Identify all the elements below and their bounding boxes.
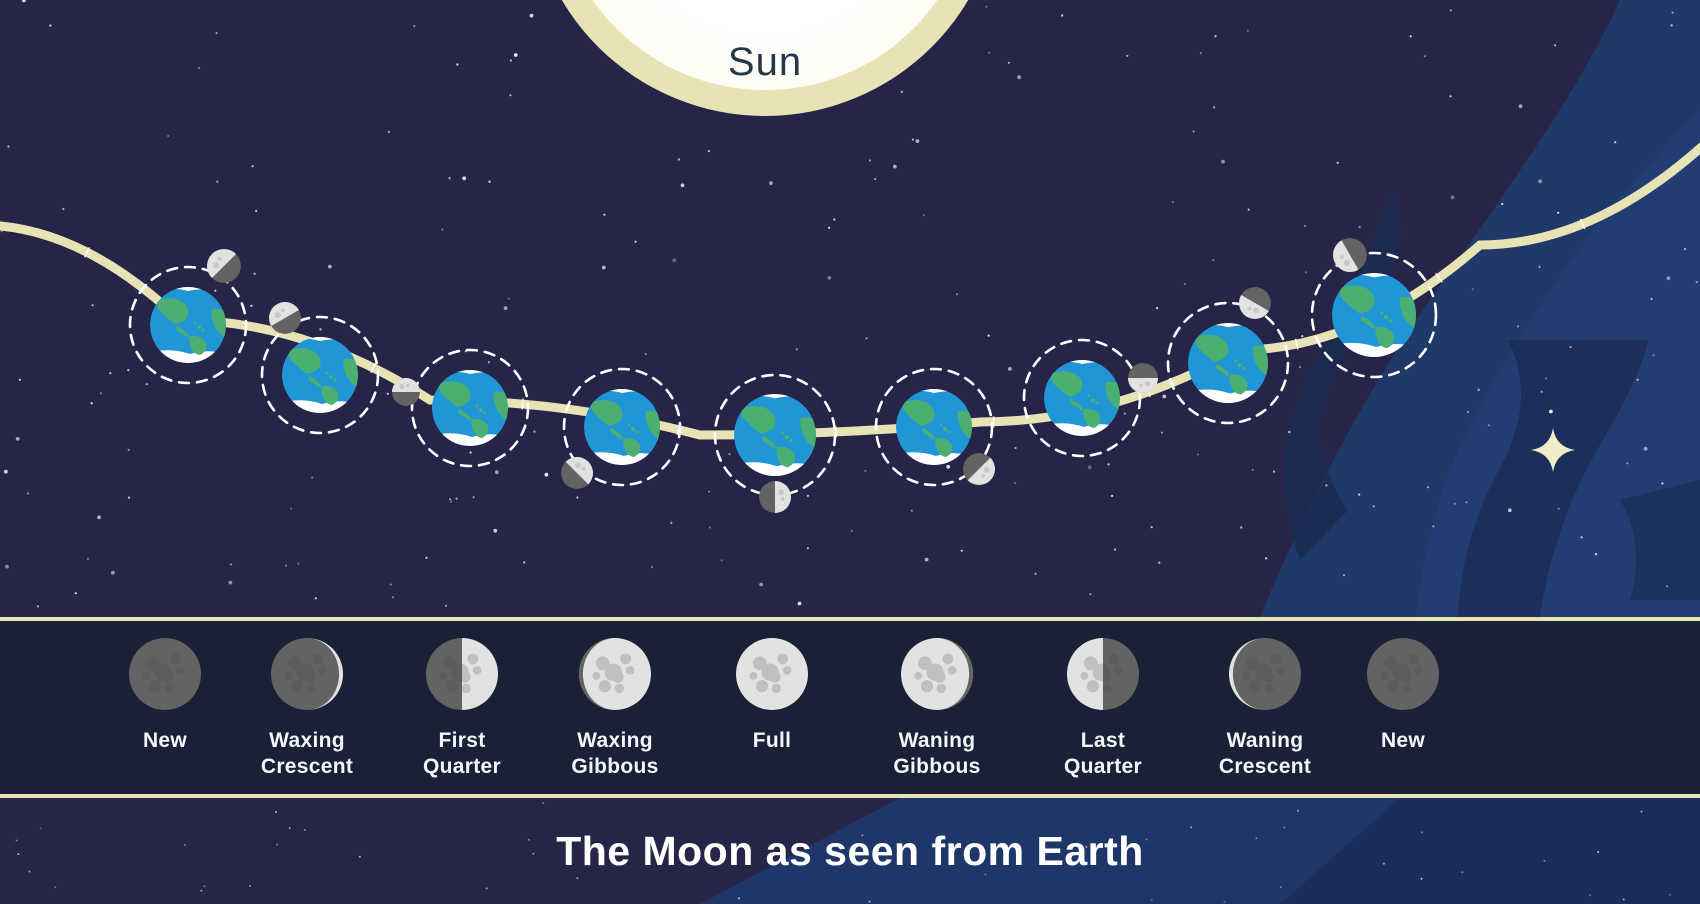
moon-phase-icon <box>127 636 203 717</box>
phase-cell-new[interactable]: New <box>1328 621 1478 794</box>
sun-label: Sun <box>728 40 802 84</box>
infographic-canvas: Sun New Waxing Crescent First Quarter Wa… <box>0 0 1700 904</box>
moon-phase-icon <box>1365 636 1441 717</box>
phase-cell-first-quarter[interactable]: First Quarter <box>387 621 537 794</box>
phase-cell-waning-crescent[interactable]: Waning Crescent <box>1190 621 1340 794</box>
moon-phase-icon <box>424 636 500 717</box>
moon-phase-icon <box>1227 636 1303 717</box>
moon-phase-icon <box>269 636 345 717</box>
phase-cell-new[interactable]: New <box>90 621 240 794</box>
phase-label: Last Quarter <box>1064 729 1142 778</box>
caption-band: The Moon as seen from Earth <box>0 798 1700 904</box>
phase-label: New <box>1380 729 1426 752</box>
caption-text: The Moon as seen from Earth <box>556 827 1144 874</box>
phase-label: Waxing Gibbous <box>571 729 659 778</box>
phase-label: First Quarter <box>423 729 501 778</box>
phase-label: Full <box>752 729 792 752</box>
phase-cell-waxing-crescent[interactable]: Waxing Crescent <box>232 621 382 794</box>
moon-phase-icon <box>1065 636 1141 717</box>
moon-phase-icon <box>899 636 975 717</box>
phase-cell-full[interactable]: Full <box>697 621 847 794</box>
phase-label: Waning Crescent <box>1218 729 1312 778</box>
phase-cell-waxing-gibbous[interactable]: Waxing Gibbous <box>540 621 690 794</box>
phase-label: Waning Gibbous <box>893 729 981 778</box>
phase-label: New <box>142 729 188 752</box>
moon-phase-legend: New Waxing Crescent First Quarter Waxing… <box>0 617 1700 798</box>
phase-label: Waxing Crescent <box>260 729 354 778</box>
phase-cell-last-quarter[interactable]: Last Quarter <box>1028 621 1178 794</box>
moon-phase-icon <box>577 636 653 717</box>
phase-cell-waning-gibbous[interactable]: Waning Gibbous <box>862 621 1012 794</box>
moon-phase-icon <box>734 636 810 717</box>
